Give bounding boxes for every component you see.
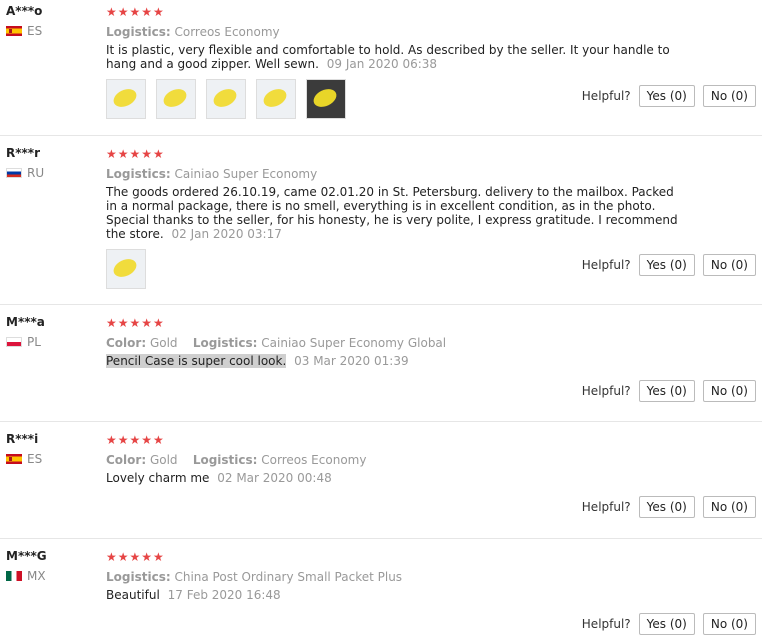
helpful-no-button[interactable]: No (0) bbox=[702, 85, 756, 107]
russia-flag-icon bbox=[6, 168, 22, 178]
helpful-yes-button[interactable]: Yes (0) bbox=[638, 254, 695, 276]
poland-flag-icon bbox=[6, 337, 22, 347]
spain-flag-icon bbox=[6, 454, 22, 464]
logistics-label: Logistics: bbox=[192, 453, 258, 467]
star-rating: ★★★★★ bbox=[106, 5, 165, 19]
review-body: ★★★★★ Logistics: China Post Ordinary Sma… bbox=[106, 549, 681, 602]
helpful-yes-button[interactable]: Yes (0) bbox=[638, 380, 695, 402]
review-item: R***i ES ★★★★★ Color: Gold Logistics: Co… bbox=[0, 428, 762, 539]
country-code: PL bbox=[27, 335, 41, 349]
helpful-controls: Helpful? Yes (0) No (0) bbox=[582, 613, 756, 635]
reviewer-name: A***o bbox=[6, 4, 43, 18]
helpful-label: Helpful? bbox=[581, 617, 631, 631]
review-photo-thumbnail[interactable] bbox=[156, 79, 196, 119]
reviewer-country: PL bbox=[6, 335, 41, 349]
helpful-label: Helpful? bbox=[581, 258, 631, 272]
helpful-label: Helpful? bbox=[581, 384, 631, 398]
review-item: M***a PL ★★★★★ Color: Gold Logistics: Ca… bbox=[0, 311, 762, 422]
helpful-no-button[interactable]: No (0) bbox=[702, 496, 756, 518]
review-photo-thumbnail[interactable] bbox=[256, 79, 296, 119]
helpful-no-button[interactable]: No (0) bbox=[702, 380, 756, 402]
logistics-value: Cainiao Super Economy Global bbox=[261, 336, 447, 350]
country-code: MX bbox=[27, 569, 46, 583]
spain-flag-icon bbox=[6, 26, 22, 36]
review-body: ★★★★★ Color: Gold Logistics: Correos Eco… bbox=[106, 432, 681, 485]
star-rating: ★★★★★ bbox=[106, 433, 165, 447]
color-value: Gold bbox=[149, 453, 178, 467]
review-item: M***G MX ★★★★★ Logistics: China Post Ord… bbox=[0, 545, 762, 638]
review-date: 17 Feb 2020 16:48 bbox=[167, 588, 281, 602]
review-text-block: The goods ordered 26.10.19, came 02.01.2… bbox=[106, 185, 681, 241]
color-label: Color: bbox=[106, 336, 147, 350]
review-date: 09 Jan 2020 06:38 bbox=[326, 57, 438, 71]
review-body: ★★★★★ Color: Gold Logistics: Cainiao Sup… bbox=[106, 315, 681, 368]
reviewer-country: ES bbox=[6, 24, 42, 38]
review-text: Lovely charm me bbox=[106, 471, 210, 485]
helpful-yes-button[interactable]: Yes (0) bbox=[638, 496, 695, 518]
helpful-controls: Helpful? Yes (0) No (0) bbox=[582, 496, 756, 518]
country-code: RU bbox=[27, 166, 45, 180]
helpful-label: Helpful? bbox=[581, 89, 631, 103]
logistics-value: Correos Economy bbox=[261, 453, 367, 467]
review-text-block: Beautiful 17 Feb 2020 16:48 bbox=[106, 588, 681, 602]
star-rating: ★★★★★ bbox=[106, 550, 165, 564]
review-text: Beautiful bbox=[106, 588, 160, 602]
mexico-flag-icon bbox=[6, 571, 22, 581]
helpful-controls: Helpful? Yes (0) No (0) bbox=[582, 254, 756, 276]
star-rating: ★★★★★ bbox=[106, 147, 165, 161]
reviewer-name: R***i bbox=[6, 432, 39, 446]
logistics-value: China Post Ordinary Small Packet Plus bbox=[174, 570, 403, 584]
logistics-label: Logistics: bbox=[106, 25, 171, 39]
review-photo-thumbnail[interactable] bbox=[106, 249, 146, 289]
color-label: Color: bbox=[106, 453, 147, 467]
logistics-label: Logistics: bbox=[106, 167, 171, 181]
reviewer-country: RU bbox=[6, 166, 44, 180]
review-date: 02 Mar 2020 00:48 bbox=[217, 471, 332, 485]
review-meta: Logistics: China Post Ordinary Small Pac… bbox=[106, 569, 681, 585]
reviewer-name: M***G bbox=[6, 549, 47, 563]
star-rating: ★★★★★ bbox=[106, 316, 165, 330]
reviewer-country: MX bbox=[6, 569, 46, 583]
helpful-controls: Helpful? Yes (0) No (0) bbox=[582, 380, 756, 402]
review-photo-thumbnail[interactable] bbox=[306, 79, 346, 119]
logistics-value: Cainiao Super Economy bbox=[174, 167, 318, 181]
review-item: R***r RU ★★★★★ Logistics: Cainiao Super … bbox=[0, 142, 762, 305]
helpful-no-button[interactable]: No (0) bbox=[702, 613, 756, 635]
review-text-block: Lovely charm me 02 Mar 2020 00:48 bbox=[106, 471, 681, 485]
helpful-controls: Helpful? Yes (0) No (0) bbox=[582, 85, 756, 107]
review-text-block: Pencil Case is super cool look. 03 Mar 2… bbox=[106, 354, 681, 368]
helpful-yes-button[interactable]: Yes (0) bbox=[638, 85, 695, 107]
helpful-label: Helpful? bbox=[581, 500, 631, 514]
logistics-label: Logistics: bbox=[106, 570, 171, 584]
logistics-label: Logistics: bbox=[192, 336, 258, 350]
helpful-yes-button[interactable]: Yes (0) bbox=[638, 613, 695, 635]
color-value: Gold bbox=[149, 336, 178, 350]
review-date: 02 Jan 2020 03:17 bbox=[171, 227, 282, 241]
review-date: 03 Mar 2020 01:39 bbox=[294, 354, 409, 368]
reviewer-name: R***r bbox=[6, 146, 40, 160]
review-meta: Logistics: Cainiao Super Economy bbox=[106, 166, 681, 182]
logistics-value: Correos Economy bbox=[174, 25, 280, 39]
country-code: ES bbox=[27, 452, 43, 466]
review-meta: Color: Gold Logistics: Correos Economy bbox=[106, 452, 681, 468]
review-text: Pencil Case is super cool look. bbox=[106, 354, 287, 368]
reviewer-name: M***a bbox=[6, 315, 45, 329]
review-text-block: It is plastic, very flexible and comfort… bbox=[106, 43, 681, 71]
country-code: ES bbox=[27, 24, 43, 38]
review-photo-thumbnail[interactable] bbox=[206, 79, 246, 119]
review-meta: Logistics: Correos Economy bbox=[106, 24, 681, 40]
helpful-no-button[interactable]: No (0) bbox=[702, 254, 756, 276]
reviewer-country: ES bbox=[6, 452, 42, 466]
review-item: A***o ES ★★★★★ Logistics: Correos Econom… bbox=[0, 0, 762, 136]
review-photo-thumbnail[interactable] bbox=[106, 79, 146, 119]
review-meta: Color: Gold Logistics: Cainiao Super Eco… bbox=[106, 335, 681, 351]
